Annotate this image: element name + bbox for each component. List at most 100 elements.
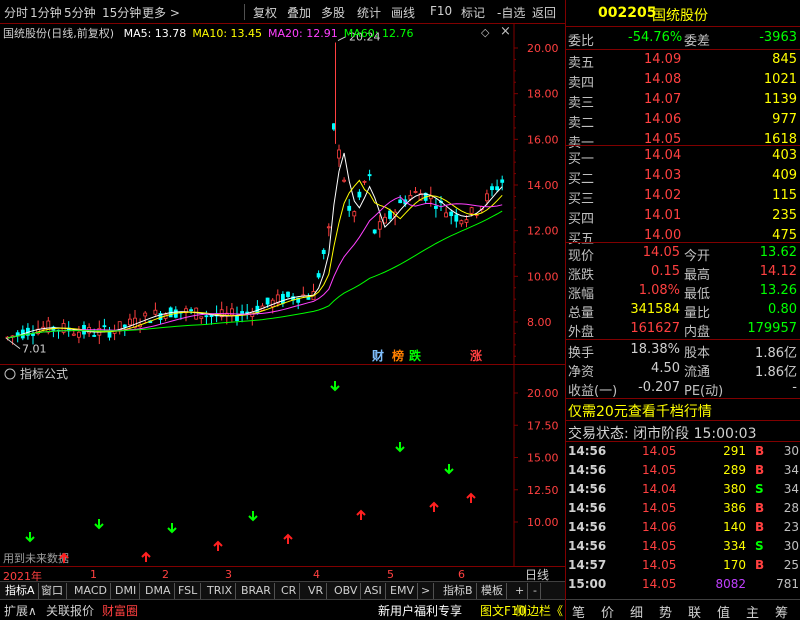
- detail-tab-6[interactable]: 主: [746, 602, 759, 620]
- bid-price: 14.02: [644, 188, 682, 203]
- stat-value: 0.15: [651, 264, 680, 279]
- tab-13[interactable]: >: [418, 583, 435, 599]
- toolbar-item-4[interactable]: 更多 >: [142, 4, 180, 21]
- ask-volume: 845: [772, 52, 797, 67]
- event-marker-3[interactable]: 涨: [470, 348, 482, 363]
- tab-1[interactable]: 窗口: [38, 583, 67, 599]
- stat-row: 涨跌 0.15 最高 14.12: [566, 263, 800, 283]
- month-label-5: 6: [458, 568, 465, 581]
- ask-row: 卖三 14.07 1139: [566, 90, 800, 111]
- stat-value: 0.80: [768, 302, 797, 317]
- bid-volume: 403: [772, 148, 797, 163]
- fund-label: 股本: [684, 346, 711, 361]
- status-item-2[interactable]: 财富圈: [102, 602, 138, 619]
- ma-label-3: MA60: 12.76: [343, 27, 414, 40]
- tab-17[interactable]: -: [530, 583, 541, 599]
- close-chart-icon[interactable]: ◇: [481, 26, 489, 39]
- tab-14[interactable]: 指标B: [440, 583, 477, 599]
- detail-tab-7[interactable]: 筹: [775, 602, 788, 620]
- tab-10[interactable]: OBV: [331, 583, 362, 599]
- detail-tab-3[interactable]: 势: [659, 602, 672, 620]
- toolbar-item-8[interactable]: 统计: [357, 4, 381, 21]
- fund-value: -: [792, 380, 797, 395]
- event-marker-0[interactable]: 财: [371, 348, 384, 363]
- stat-value: 161627: [630, 321, 680, 336]
- collapse-icon[interactable]: [4, 368, 16, 380]
- tab-16[interactable]: +: [512, 583, 529, 599]
- tab-9[interactable]: VR: [305, 583, 328, 599]
- tab-6[interactable]: TRIX: [204, 583, 237, 599]
- period-daily[interactable]: 日线: [525, 566, 549, 583]
- indicator-canvas[interactable]: 指标公式 20.00 17.50 15.00 12.50 10.00 用到未来数据: [0, 365, 565, 567]
- indicator-panel[interactable]: 指标公式 20.00 17.50 15.00 12.50 10.00 用到未来数据: [0, 364, 565, 567]
- toolbar-item-10[interactable]: F10: [430, 4, 452, 18]
- tick-time: 14:56: [568, 463, 607, 477]
- detail-tab-0[interactable]: 笔: [572, 602, 585, 620]
- fund-label: 换手: [568, 346, 595, 361]
- event-marker-2[interactable]: 跌: [409, 348, 422, 363]
- status-item-1[interactable]: 关联报价: [46, 602, 94, 619]
- toolbar-item-13[interactable]: 返回: [532, 4, 556, 21]
- ask-volume: 977: [772, 112, 797, 127]
- detail-tab-4[interactable]: 联: [688, 602, 701, 620]
- tab-3[interactable]: DMI: [112, 583, 141, 599]
- toolbar-item-12[interactable]: -自选: [497, 4, 525, 21]
- toolbar-item-7[interactable]: 多股: [321, 4, 345, 21]
- status-right-2[interactable]: 侧边栏《: [515, 602, 563, 619]
- kline-chart[interactable]: 国统股份(日线,前复权) MA5: 13.78 MA10: 13.45 MA20: …: [0, 24, 565, 364]
- ma-line-2: [7, 196, 503, 339]
- ask-label: 卖四: [568, 76, 595, 91]
- tab-15[interactable]: 模板: [478, 583, 507, 599]
- stat-value: 341584: [630, 302, 680, 317]
- tick-count: 28: [783, 501, 799, 515]
- toolbar-item-11[interactable]: 标记: [461, 4, 485, 21]
- toolbar-item-3[interactable]: 15分钟: [102, 4, 141, 21]
- month-label-1: 2: [162, 568, 169, 581]
- tick-volume: 8082: [715, 577, 746, 591]
- tab-7[interactable]: BRAR: [238, 583, 275, 599]
- tab-4[interactable]: DMA: [142, 583, 175, 599]
- up-arrow-icon: [429, 501, 439, 512]
- toolbar-item-6[interactable]: 叠加: [287, 4, 311, 21]
- toolbar-item-1[interactable]: 1分钟: [30, 4, 62, 21]
- tab-11[interactable]: ASI: [361, 583, 386, 599]
- tab-5[interactable]: FSL: [175, 583, 202, 599]
- ma-legend: 国统股份(日线,前复权) MA5: 13.78 MA10: 13.45 MA20: …: [3, 25, 419, 41]
- ask-label: 卖三: [568, 96, 595, 111]
- ma-label-1: MA10: 13.45: [192, 27, 263, 40]
- kline-canvas[interactable]: 20.0018.0016.0014.0012.0010.008.0020.247…: [0, 24, 565, 364]
- event-marker-1[interactable]: 榜: [392, 348, 404, 363]
- down-arrow-icon: [25, 532, 35, 543]
- tick-time: 15:00: [568, 577, 607, 591]
- divider: [566, 420, 800, 421]
- down-arrow-icon: [330, 381, 340, 392]
- tab-12[interactable]: EMV: [387, 583, 418, 599]
- promo-link[interactable]: 仅需20元查看千档行情: [568, 401, 712, 421]
- toolbar-item-0[interactable]: 分时: [4, 4, 28, 21]
- y-tick-label: 20.00: [527, 42, 559, 55]
- tick-row: 14:56 14.05 334 S 30: [566, 538, 800, 557]
- detail-tab-5[interactable]: 值: [717, 602, 730, 620]
- fund-value: 1.86亿: [755, 365, 797, 380]
- up-arrow-icon: [466, 492, 476, 503]
- tab-0[interactable]: 指标A: [2, 583, 39, 599]
- detail-tab-1[interactable]: 价: [601, 602, 614, 620]
- toolbar-item-2[interactable]: 5分钟: [64, 4, 96, 21]
- tab-8[interactable]: CR: [278, 583, 301, 599]
- stat-value: 13.62: [759, 245, 797, 260]
- stat-row: 总量 341584 量比 0.80: [566, 301, 800, 321]
- detail-tab-2[interactable]: 细: [630, 602, 643, 620]
- tick-count: 25: [783, 558, 799, 572]
- status-right-0[interactable]: 新用户福利专享: [378, 602, 462, 619]
- toolbar-item-9[interactable]: 画线: [391, 4, 415, 21]
- tick-price: 14.05: [642, 577, 677, 591]
- bid-label: 买四: [568, 212, 595, 227]
- ma-line-3: [7, 210, 503, 339]
- toolbar-item-5[interactable]: 复权: [253, 4, 277, 21]
- up-arrow-icon: [283, 533, 293, 544]
- status-item-0[interactable]: 扩展∧: [4, 602, 37, 619]
- close-icon[interactable]: ×: [500, 24, 511, 39]
- tick-volume: 170: [723, 558, 746, 572]
- weibi-value: -54.76%: [628, 30, 683, 45]
- tab-2[interactable]: MACD: [71, 583, 111, 599]
